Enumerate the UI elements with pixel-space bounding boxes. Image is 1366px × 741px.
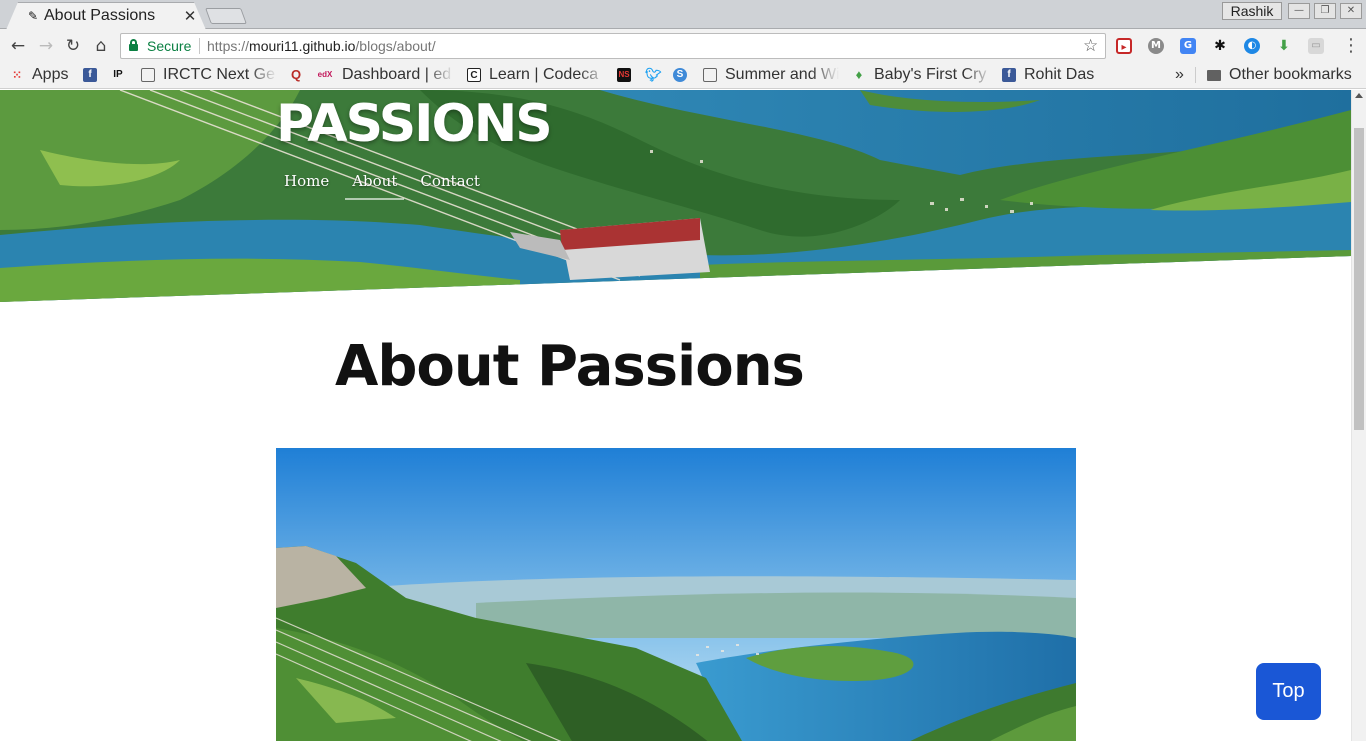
bookmark-rohit-das[interactable]: f Rohit Das xyxy=(1002,63,1094,87)
bookmark-ns[interactable]: NS xyxy=(617,63,639,87)
bookmark-label: Other bookmarks xyxy=(1229,66,1352,83)
bookmark-irctc[interactable]: IRCTC Next Ge xyxy=(141,63,277,87)
folder-icon xyxy=(1207,69,1221,81)
bookmark-s[interactable]: S xyxy=(673,63,695,87)
extension-globe-icon[interactable]: ◐ xyxy=(1244,38,1260,54)
page-title: About Passions xyxy=(335,334,805,399)
apps-grid-icon: ⁙ xyxy=(11,68,23,82)
hero-landscape-image xyxy=(0,90,1351,302)
omnibox-divider xyxy=(199,38,200,54)
secure-label: Secure xyxy=(147,38,192,54)
bookmark-other[interactable]: Other bookmarks xyxy=(1207,63,1352,87)
home-icon[interactable]: ⌂ xyxy=(90,35,112,57)
bookmark-label: Rohit Das xyxy=(1024,66,1095,83)
scroll-up-arrow-icon[interactable] xyxy=(1355,93,1363,98)
bookmark-apps[interactable]: ⁙ Apps xyxy=(10,63,69,87)
s-icon: S xyxy=(673,68,687,82)
lake-panorama-image xyxy=(276,448,1076,741)
lock-icon xyxy=(129,39,138,51)
back-to-top-button[interactable]: Top xyxy=(1256,663,1321,720)
extension-gnome-icon[interactable]: ✱ xyxy=(1212,38,1228,54)
site-favicon-icon: ✎ xyxy=(27,9,39,23)
reload-icon[interactable]: ↻ xyxy=(62,35,84,57)
page-icon xyxy=(703,68,717,82)
address-bar[interactable]: Secure https://mouri11.github.io/blogs/a… xyxy=(120,33,1106,59)
ip-icon: IP xyxy=(113,69,123,80)
flame-icon: ♦ xyxy=(855,67,863,82)
edx-icon: edX xyxy=(317,70,333,79)
facebook-icon: f xyxy=(1002,68,1016,82)
twitter-icon: 🐦︎ xyxy=(645,67,662,82)
minimize-button[interactable]: — xyxy=(1288,3,1310,19)
bookmarks-bar: ⁙ Apps f IP IRCTC Next Ge Q edX Dashboar… xyxy=(0,63,1366,89)
nav-home-link[interactable]: Home xyxy=(284,172,329,200)
extension-download-icon[interactable]: ⬇ xyxy=(1276,38,1292,54)
extension-m-icon[interactable]: M xyxy=(1148,38,1164,54)
site-title[interactable]: PASSIONS xyxy=(276,94,553,154)
feature-image xyxy=(276,448,1076,741)
profile-button[interactable]: Rashik xyxy=(1222,2,1282,20)
bookmark-ip[interactable]: IP xyxy=(111,63,133,87)
codecademy-icon: C xyxy=(467,68,481,82)
tab-title: About Passions xyxy=(44,7,156,24)
page-scrollbar[interactable] xyxy=(1351,90,1366,741)
bookmark-label: IRCTC Next Ge xyxy=(163,66,276,83)
new-tab-button[interactable] xyxy=(205,8,247,24)
bookmark-label: Learn | Codeca xyxy=(489,66,599,83)
forward-arrow-icon[interactable]: → xyxy=(35,35,57,57)
extension-video-icon[interactable]: ▸ xyxy=(1116,38,1132,54)
restore-button[interactable]: ❐ xyxy=(1314,3,1336,19)
quora-icon: Q xyxy=(290,67,302,82)
page-viewport: PASSIONS Home About Contact About Passio… xyxy=(0,90,1351,741)
extension-cast-icon[interactable]: ▭ xyxy=(1308,38,1324,54)
url-text[interactable]: https://mouri11.github.io/blogs/about/ xyxy=(207,38,436,54)
close-window-button[interactable]: ✕ xyxy=(1340,3,1362,19)
bookmark-star-icon[interactable]: ☆ xyxy=(1083,36,1098,56)
bookmark-codecademy[interactable]: C Learn | Codeca xyxy=(467,63,607,87)
bookmark-twitter[interactable]: 🐦︎ xyxy=(645,63,667,87)
bookmark-quora[interactable]: Q xyxy=(289,63,311,87)
nav-about-link[interactable]: About xyxy=(345,172,405,200)
google-translate-icon[interactable]: G xyxy=(1180,38,1196,54)
tab-strip: ✎ About Passions ✕ Rashik — ❐ ✕ xyxy=(0,0,1366,30)
bookmarks-divider xyxy=(1195,67,1196,83)
tab-about-passions[interactable]: ✎ About Passions ✕ xyxy=(6,2,206,30)
page-icon xyxy=(141,68,155,82)
bookmark-babys-first-cry[interactable]: ♦ Baby's First Cry xyxy=(852,63,992,87)
bookmark-label: Summer and Wi xyxy=(725,66,839,83)
bookmarks-overflow-chevron-icon[interactable]: » xyxy=(1175,63,1184,87)
chrome-menu-icon[interactable]: ⋮ xyxy=(1342,36,1360,56)
scrollbar-thumb[interactable] xyxy=(1354,128,1364,430)
bookmark-summer[interactable]: Summer and Wi xyxy=(703,63,839,87)
hero-banner: PASSIONS Home About Contact xyxy=(0,90,1351,302)
back-arrow-icon[interactable]: ← xyxy=(7,35,29,57)
bookmark-facebook[interactable]: f xyxy=(83,63,105,87)
bookmark-edx[interactable]: edX Dashboard | ed xyxy=(316,63,454,87)
main-nav: Home About Contact xyxy=(284,172,480,200)
bookmark-label: Apps xyxy=(32,66,69,83)
tab-close-icon[interactable]: ✕ xyxy=(183,8,197,24)
nav-contact-link[interactable]: Contact xyxy=(420,172,480,200)
ns-icon: NS xyxy=(617,68,631,82)
bookmark-label: Baby's First Cry xyxy=(874,66,987,83)
facebook-icon: f xyxy=(83,68,97,82)
bookmark-label: Dashboard | ed xyxy=(342,66,452,83)
